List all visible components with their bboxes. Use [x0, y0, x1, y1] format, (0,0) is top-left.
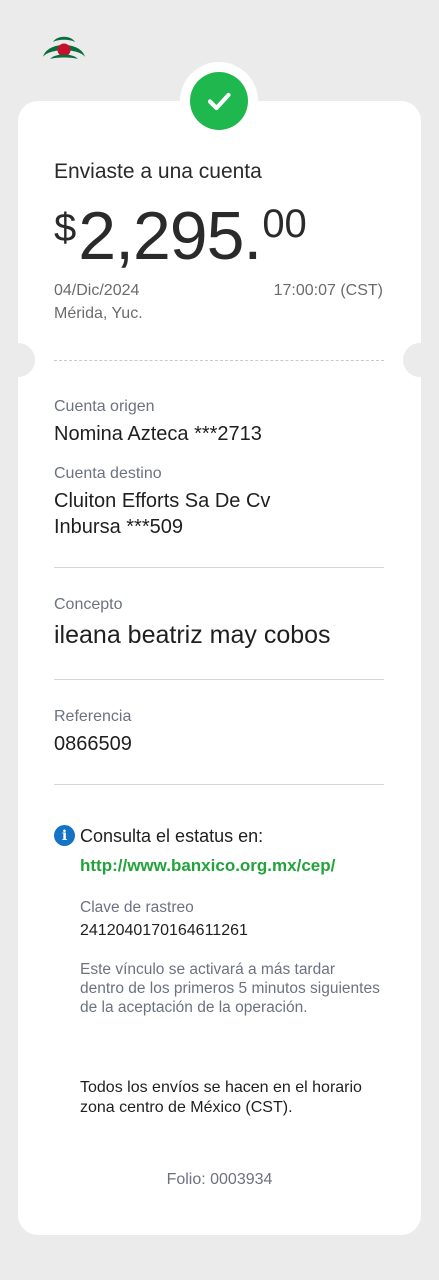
folio-number: Folio: 0003934 [166, 1171, 273, 1188]
banxico-cep-link[interactable]: http://www.banxico.org.mx/cep/ [80, 856, 335, 876]
origin-account-value: Nomina Azteca ***2713 [54, 423, 262, 445]
amount-decimals: 00 [262, 202, 307, 246]
tracking-key-value: 2412040170164611261 [80, 922, 248, 939]
amount-integer: 2,295. [78, 198, 262, 274]
ticket-notch-right [403, 343, 437, 377]
dest-account-bank: Inbursa ***509 [54, 516, 183, 538]
concept-label: Concepto [54, 596, 123, 613]
origin-account-label: Cuenta origen [54, 398, 155, 415]
amount-currency: $ [54, 206, 77, 250]
receipt-title: Enviaste a una cuenta [54, 160, 262, 183]
transfer-time: 17:00:07 (CST) [273, 282, 383, 299]
check-circle-icon [190, 72, 248, 130]
ticket-dashed-divider [54, 360, 384, 361]
section-divider [54, 567, 384, 568]
concept-value: ileana beatriz may cobos [54, 621, 331, 649]
dest-account-name: Cluiton Efforts Sa De Cv [54, 490, 271, 512]
reference-value: 0866509 [54, 733, 132, 755]
transfer-location: Mérida, Yuc. [54, 305, 143, 322]
section-divider [54, 679, 384, 680]
activation-note: Este vínculo se activará a más tardar de… [80, 961, 380, 1016]
transfer-date: 04/Dic/2024 [54, 282, 140, 299]
amount: $ 2,295. 00 [54, 196, 307, 276]
success-badge [180, 62, 258, 140]
section-divider [54, 784, 384, 785]
bank-logo-icon [43, 36, 85, 59]
schedule-note: Todos los envíos se hacen en el horario … [80, 1079, 362, 1116]
dest-account-label: Cuenta destino [54, 465, 162, 482]
reference-label: Referencia [54, 708, 132, 725]
tracking-key-label: Clave de rastreo [80, 899, 194, 916]
status-consult-text: Consulta el estatus en: [80, 826, 264, 846]
ticket-notch-left [1, 343, 35, 377]
info-icon: i [54, 825, 75, 846]
